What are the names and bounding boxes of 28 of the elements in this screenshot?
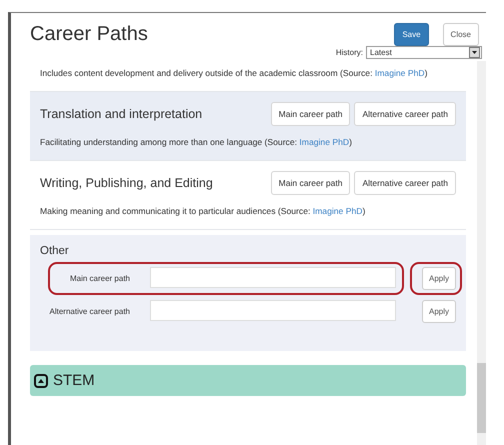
scrollbar-thumb[interactable]: [477, 363, 486, 433]
save-button[interactable]: Save: [394, 23, 429, 46]
stem-title: STEM: [53, 372, 95, 389]
source-link[interactable]: Imagine PhD: [374, 68, 425, 78]
career-path-button[interactable]: Main career path: [270, 102, 350, 126]
career-path-field[interactable]: [150, 267, 396, 288]
career-title: Translation and interpretation: [40, 107, 202, 121]
source-link[interactable]: Imagine PhD: [299, 137, 350, 147]
career-path-button[interactable]: Main career path: [270, 171, 350, 195]
scrollbar[interactable]: [477, 61, 486, 445]
career-description: Facilitating understanding among more than one language (Source: Imagine PhD): [40, 136, 353, 148]
apply-button[interactable]: Apply: [422, 267, 456, 290]
field-label: Main career path: [68, 273, 130, 284]
history-label: History:: [336, 48, 363, 57]
career-path-button[interactable]: Alternative career path: [354, 171, 456, 195]
field-label: Alternative career path: [48, 306, 130, 317]
career-description: Making meaning and communicating it to particular audiences (Source: Imagine PhD): [40, 205, 366, 217]
career-title: Writing, Publishing, and Editing: [40, 176, 213, 190]
close-button[interactable]: Close: [442, 23, 479, 46]
career-description: Includes content development and delivery outside of the academic classroom (Source: Imagine PhD): [40, 67, 428, 79]
career-path-field[interactable]: [150, 300, 396, 321]
stem-section-header[interactable]: STEM: [30, 365, 466, 396]
source-link[interactable]: Imagine PhD: [312, 206, 362, 216]
dialog-title: Career Paths: [30, 23, 148, 46]
career-path-button[interactable]: Alternative career path: [354, 102, 456, 126]
apply-button[interactable]: Apply: [422, 300, 456, 323]
history-dropdown[interactable]: Latest: [366, 46, 482, 59]
other-title: Other: [40, 245, 70, 257]
